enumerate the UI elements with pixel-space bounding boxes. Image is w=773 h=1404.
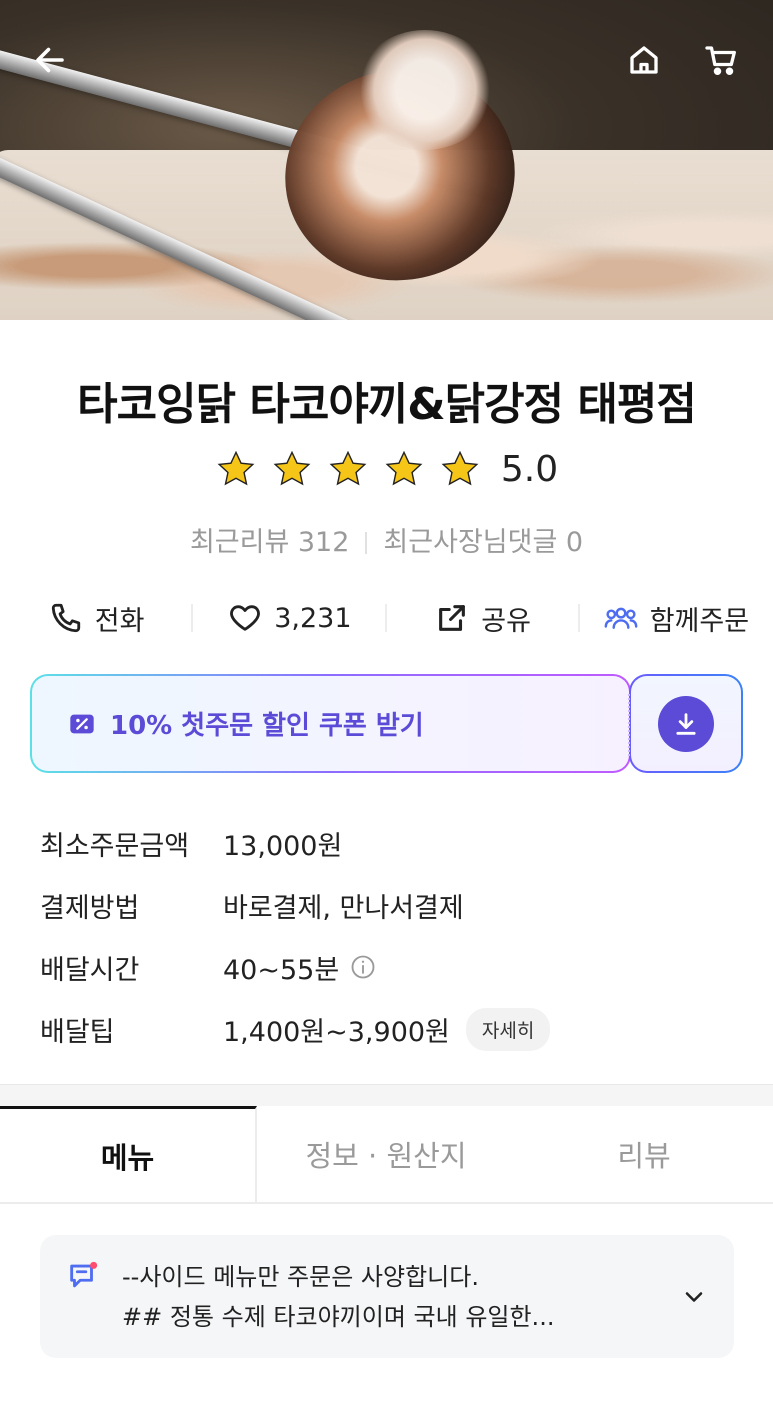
group-order-button[interactable]: 함께주문 [580,592,773,644]
tab-menu[interactable]: 메뉴 [0,1106,257,1202]
info-row-min-order: 최소주문금액 13,000원 [40,812,740,874]
coupon-banner[interactable]: 10% 첫주문 할인 쿠폰 받기 [30,674,631,773]
info-label: 배달팁 [40,1016,115,1048]
info-value: 40~55분 [223,954,340,986]
tab-info-origin[interactable]: 정보 · 원산지 [257,1106,515,1202]
discount-coupon-icon [70,714,94,733]
owner-replies-count[interactable]: 최근사장님댓글 0 [383,527,583,558]
cart-button[interactable] [700,38,744,82]
notice-line: ## 정통 수제 타코야끼이며 국내 유일한... [122,1302,555,1331]
like-count: 3,231 [274,602,352,634]
star-icon [385,450,423,486]
divider [365,532,368,554]
notice-line: --사이드 메뉴만 주문은 사양합니다. [122,1262,479,1291]
delivery-tip-detail-button[interactable]: 자세히 [465,1007,551,1051]
hero-image [0,0,773,320]
store-notice[interactable]: --사이드 메뉴만 주문은 사양합니다. ## 정통 수제 타코야끼이며 국내 … [40,1235,734,1358]
store-info: 최소주문금액 13,000원 결제방법 바로결제, 만나서결제 배달시간 40~… [40,812,740,1060]
cart-icon [705,46,736,76]
phone-label: 전화 [94,605,145,637]
rating-value: 5.0 [500,448,559,490]
section-divider [0,1084,773,1106]
tab-reviews[interactable]: 리뷰 [515,1106,773,1202]
review-summary[interactable]: 최근리뷰 312 최근사장님댓글 0 [0,520,773,559]
info-label: 배달시간 [40,954,140,986]
group-order-label: 함께주문 [649,605,750,637]
info-value: 1,400원~3,900원 [223,1016,450,1048]
star-icon [441,450,479,486]
rating-row[interactable]: 5.0 [0,448,773,490]
coupon-download-button[interactable] [628,674,743,773]
info-value: 13,000원 [223,830,343,862]
notice-chat-icon [70,1261,98,1288]
star-icon [329,450,367,486]
store-tabs: 메뉴 정보 · 원산지 리뷰 [0,1106,773,1204]
home-button[interactable] [622,38,666,82]
group-users-icon [604,607,638,629]
phone-button[interactable]: 전화 [0,592,194,644]
star-icon [273,450,311,486]
download-circle [658,695,714,752]
share-label: 공유 [481,605,531,637]
back-button[interactable] [28,38,72,82]
home-icon [630,46,658,74]
info-icon[interactable] [349,953,377,981]
store-name: 타코잉닭 타코야끼&닭강정 태평점 [77,379,697,430]
info-label: 결제방법 [40,892,140,924]
info-row-payment: 결제방법 바로결제, 만나서결제 [40,874,740,936]
bonito-topping-shape [355,30,495,150]
recent-reviews-count[interactable]: 최근리뷰 312 [190,527,349,558]
info-row-delivery-tip: 배달팁 1,400원~3,900원 자세히 [40,998,740,1060]
info-value-wrap: 1,400원~3,900원 자세히 [223,1007,551,1051]
download-icon [676,712,696,735]
info-label: 최소주문금액 [40,830,190,862]
share-icon [439,605,466,631]
info-value-wrap: 40~55분 [223,948,377,987]
phone-icon [51,603,80,633]
back-arrow-icon [36,47,64,73]
like-button[interactable]: 3,231 [193,592,387,644]
chevron-down-icon[interactable] [680,1283,708,1311]
info-value: 바로결제, 만나서결제 [223,892,464,924]
notice-text: --사이드 메뉴만 주문은 사양합니다. ## 정통 수제 타코야끼이며 국내 … [122,1257,680,1337]
share-button[interactable]: 공유 [387,592,581,644]
info-row-delivery-time: 배달시간 40~55분 [40,936,740,998]
heart-icon [230,605,261,631]
coupon-text: 10% 첫주문 할인 쿠폰 받기 [110,711,424,741]
star-icon [217,450,255,486]
store-actions: 전화 3,231 공유 함께주문 [0,592,773,644]
